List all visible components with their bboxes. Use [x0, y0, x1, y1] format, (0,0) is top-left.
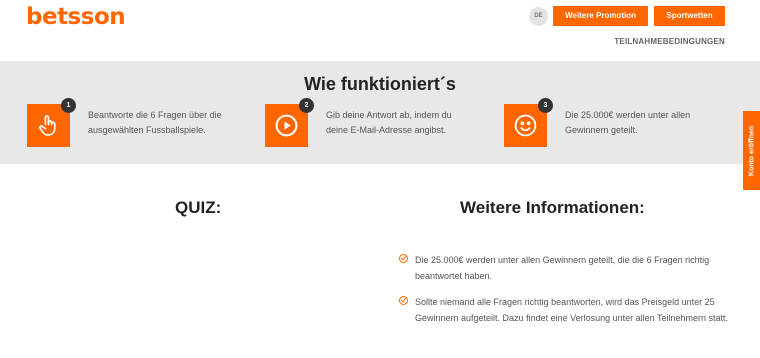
- info-item-text: Sollte niemand alle Fragen richtig beant…: [415, 297, 729, 323]
- smiley-icon: [514, 114, 537, 137]
- step-3-text: Die 25.000€ werden unter allen Gewinnern…: [565, 110, 691, 135]
- step-2-text: Gib deine Antwort ab, indem du deine E-M…: [326, 110, 452, 135]
- step-2-number: 2: [299, 98, 314, 113]
- step-1-text: Beantworte die 6 Fragen über die ausgewä…: [88, 110, 222, 135]
- how-it-works-section: Wie funktioniert´s 1 Beantworte die 6 Fr…: [0, 61, 760, 164]
- betsson-logo[interactable]: betsson: [26, 4, 126, 30]
- step-1-number: 1: [61, 98, 76, 113]
- open-account-tab[interactable]: Konto eröffnen: [743, 111, 760, 190]
- language-selector[interactable]: DE: [529, 7, 548, 26]
- step-3-number: 3: [538, 98, 553, 113]
- terms-link[interactable]: TEILNAHMEBEDINGUNGEN: [614, 37, 725, 46]
- open-account-label: Konto eröffnen: [748, 125, 755, 176]
- check-circle-icon: [399, 254, 408, 263]
- play-icon: [275, 114, 298, 137]
- info-item-text: Die 25.000€ werden unter allen Gewinnern…: [415, 255, 710, 281]
- more-promotions-button[interactable]: Weitere Promotion: [553, 6, 648, 26]
- more-info-title: Weitere Informationen:: [460, 198, 645, 217]
- hand-pointer-icon: [39, 115, 56, 136]
- check-circle-icon: [399, 296, 408, 305]
- how-it-works-title: Wie funktioniert´s: [304, 74, 456, 94]
- quiz-title: QUIZ:: [175, 198, 222, 217]
- sports-betting-button[interactable]: Sportwetten: [654, 6, 725, 26]
